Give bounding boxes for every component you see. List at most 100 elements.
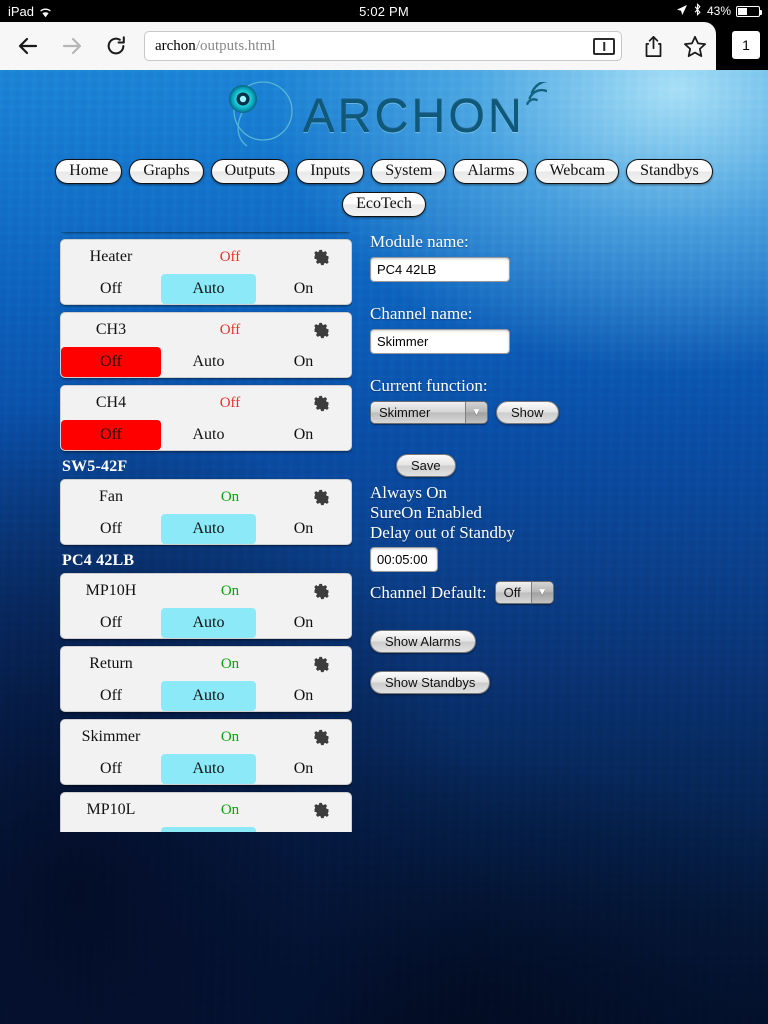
nav-item-outputs[interactable]: Outputs (210, 159, 290, 184)
archon-logo: ARCHON (221, 77, 558, 149)
output-on-button[interactable]: On (256, 827, 351, 832)
forward-button[interactable] (50, 22, 94, 70)
outputs-list-viewport[interactable]: OffAutoOnHeaterOffOffAutoOnCH3OffOffAuto… (60, 232, 352, 832)
output-card-header: Skimmer On (61, 720, 351, 754)
output-off-button[interactable]: Off (61, 681, 161, 711)
output-channel-name: Return (89, 655, 133, 672)
main-navigation: Home Graphs Outputs Inputs System Alarms… (0, 155, 768, 217)
output-on-button[interactable]: On (256, 754, 351, 784)
output-on-button[interactable]: On (256, 514, 351, 544)
save-button[interactable]: Save (396, 454, 456, 477)
reload-button[interactable] (94, 22, 138, 70)
output-channel-name: MP10H (85, 582, 137, 599)
gear-icon[interactable] (299, 489, 343, 506)
output-mode-buttons: OffAutoOn (61, 514, 351, 544)
reader-view-icon[interactable] (593, 37, 615, 55)
output-group-header: PC4 42LB (62, 552, 135, 569)
output-status-text: Off (219, 248, 241, 265)
nav-item-alarms[interactable]: Alarms (453, 159, 529, 184)
module-name-input[interactable] (370, 257, 510, 282)
output-auto-button[interactable]: Auto (161, 608, 256, 638)
url-text: archon/outputs.html (155, 38, 593, 55)
output-on-button[interactable]: On (256, 274, 351, 304)
output-channel-name: Skimmer (81, 728, 141, 745)
channel-default-select[interactable]: Off ▼ (494, 581, 554, 604)
output-auto-button[interactable]: Auto (161, 514, 256, 544)
output-channel-name: CH4 (95, 394, 127, 411)
channel-detail-panel: Module name: Channel name: Current funct… (370, 232, 740, 694)
back-arrow-icon (18, 37, 38, 55)
output-channel-name: MP10L (86, 801, 136, 818)
bookmark-button[interactable] (674, 22, 716, 70)
nav-item-home[interactable]: Home (55, 159, 123, 184)
gear-icon[interactable] (299, 395, 343, 412)
location-arrow-icon (676, 4, 688, 19)
gear-icon[interactable] (299, 249, 343, 266)
address-bar[interactable]: archon/outputs.html (144, 31, 622, 61)
tab-count-badge[interactable]: 1 (732, 31, 760, 59)
output-card-header: CH3 Off (61, 313, 351, 347)
show-alarms-button[interactable]: Show Alarms (370, 630, 476, 653)
status-bar-clock: 5:02 PM (359, 3, 409, 19)
output-off-button[interactable]: Off (61, 608, 161, 638)
gear-icon[interactable] (299, 802, 343, 819)
nav-item-ecotech[interactable]: EcoTech (342, 192, 426, 217)
status-bar-right: 43% (676, 0, 762, 22)
output-channel-name: CH3 (95, 321, 127, 338)
bluetooth-icon (693, 3, 702, 19)
output-off-button[interactable]: Off (61, 514, 161, 544)
current-function-label: Current function: (370, 376, 488, 395)
channel-default-label: Channel Default: (370, 582, 487, 602)
wifi-signal-icon (519, 79, 558, 112)
output-on-button[interactable]: On (256, 681, 351, 711)
gear-icon[interactable] (299, 322, 343, 339)
output-off-button[interactable]: Off (61, 347, 161, 377)
output-auto-button[interactable]: Auto (161, 827, 256, 832)
nav-item-system[interactable]: System (371, 159, 447, 184)
output-auto-button[interactable]: Auto (161, 420, 256, 450)
gear-icon[interactable] (299, 583, 343, 600)
output-off-button[interactable]: Off (61, 754, 161, 784)
output-card: Return On Off Auto On (60, 646, 352, 712)
output-auto-button[interactable]: Auto (161, 681, 256, 711)
output-card: CH3 Off Off Auto On (60, 312, 352, 378)
share-button[interactable] (632, 22, 674, 70)
current-function-select[interactable]: Skimmer ▼ (370, 401, 488, 424)
output-auto-button[interactable]: Auto (161, 347, 256, 377)
output-auto-button[interactable]: Auto (161, 274, 256, 304)
output-card: CH4 Off Off Auto On (60, 385, 352, 451)
page-content: OffAutoOnHeaterOffOffAutoOnCH3OffOffAuto… (0, 225, 768, 832)
output-card-header: Return On (61, 647, 351, 681)
channel-name-input[interactable] (370, 329, 510, 354)
delay-out-of-standby-label: Delay out of Standby (370, 523, 515, 542)
output-off-button[interactable]: Off (61, 827, 161, 832)
nav-item-webcam[interactable]: Webcam (535, 159, 620, 184)
url-path: /outputs.html (195, 37, 276, 54)
output-status-text: On (220, 801, 240, 818)
gear-icon[interactable] (299, 656, 343, 673)
gear-icon[interactable] (299, 729, 343, 746)
back-button[interactable] (6, 22, 50, 70)
output-status-text: On (220, 728, 240, 745)
output-on-button[interactable]: On (256, 420, 351, 450)
output-auto-button[interactable]: Auto (161, 754, 256, 784)
show-standbys-button[interactable]: Show Standbys (370, 671, 491, 694)
output-on-button[interactable]: On (256, 608, 351, 638)
delay-out-of-standby-input[interactable] (370, 547, 438, 572)
output-on-button[interactable]: On (256, 347, 351, 377)
output-off-button[interactable]: Off (61, 274, 161, 304)
share-icon (645, 35, 661, 57)
output-channel-name: Fan (99, 488, 123, 505)
current-function-row: Skimmer ▼ Show (370, 401, 740, 424)
archon-wordmark: ARCHON (303, 89, 525, 142)
show-button[interactable]: Show (496, 401, 559, 424)
nav-item-graphs[interactable]: Graphs (129, 159, 204, 184)
bookmark-star-icon (684, 35, 706, 57)
nav-item-inputs[interactable]: Inputs (296, 159, 365, 184)
output-mode-buttons: OffAutoOn (61, 608, 351, 638)
sureon-enabled-text: SureOn Enabled (370, 503, 482, 522)
nav-item-standbys[interactable]: Standbys (626, 159, 713, 184)
page-background: ARCHON Home Graphs Outputs Inputs System… (0, 70, 768, 1024)
output-card: MP10H On Off Auto On (60, 573, 352, 639)
output-off-button[interactable]: Off (61, 420, 161, 450)
